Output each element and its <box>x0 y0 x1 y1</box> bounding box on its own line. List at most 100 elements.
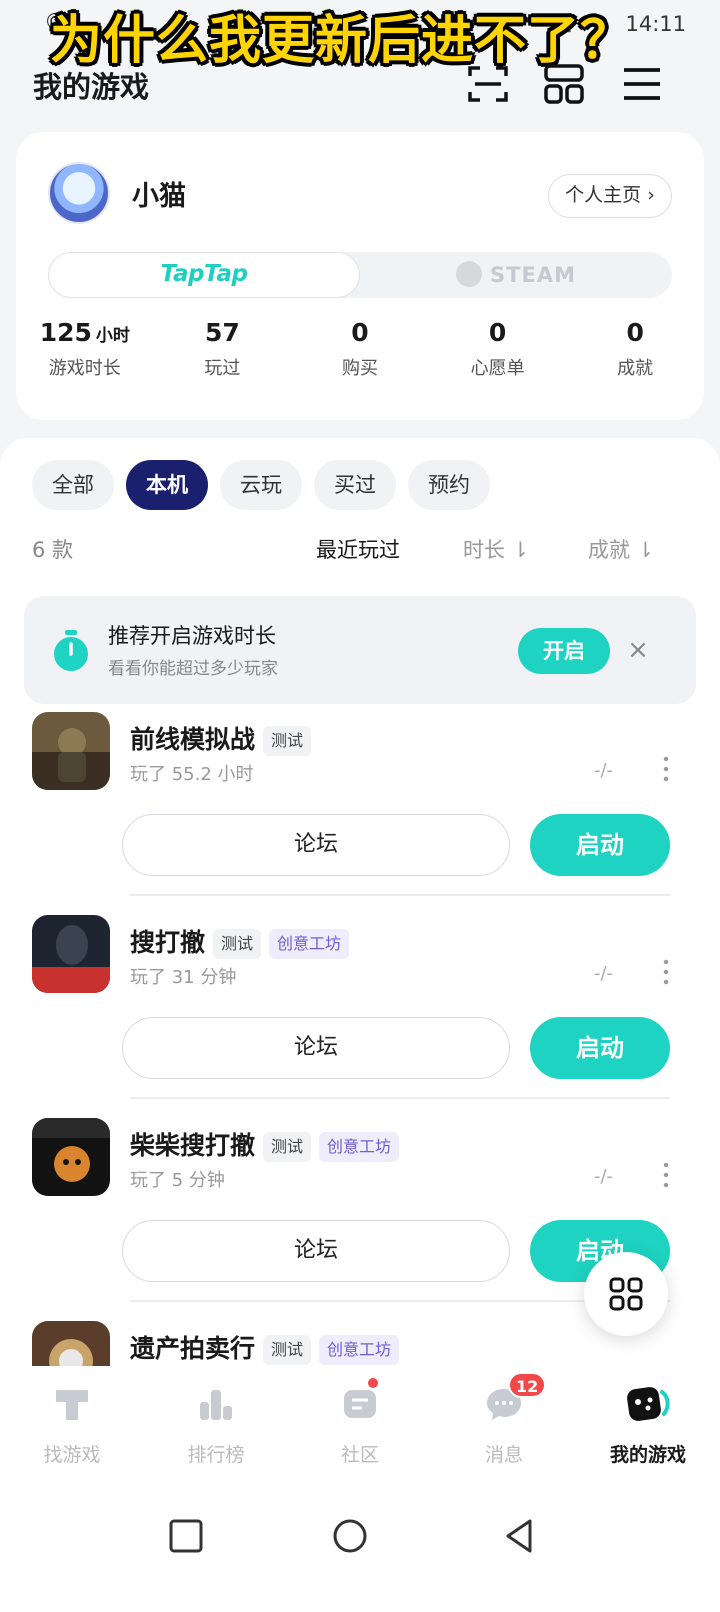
stat-achievements[interactable]: 0 成就 <box>566 318 704 380</box>
nav-label: 找游戏 <box>43 1444 101 1466</box>
quick-menu-button[interactable] <box>584 1252 668 1336</box>
game-achievement: -/- <box>594 1166 614 1187</box>
forum-button[interactable]: 论坛 <box>122 1017 510 1079</box>
nav-my-games[interactable]: 我的游戏 <box>576 1366 720 1478</box>
steam-icon <box>456 261 483 287</box>
game-playtime: 玩了 5 分钟 <box>130 1170 225 1191</box>
menu-icon[interactable] <box>620 62 664 106</box>
page-title: 我的游戏 <box>33 70 150 104</box>
tag-test: 测试 <box>263 1132 312 1162</box>
tab-cloud[interactable]: 云玩 <box>220 460 302 510</box>
nav-find-games[interactable]: 找游戏 <box>0 1366 144 1478</box>
forum-button[interactable]: 论坛 <box>122 814 510 876</box>
platform-switch: TapTap STEAM <box>48 252 672 298</box>
home-icon[interactable] <box>330 1516 370 1556</box>
nav-label: 社区 <box>340 1444 379 1466</box>
stat-label: 成就 <box>617 358 654 379</box>
game-achievement: -/- <box>594 760 614 781</box>
game-title[interactable]: 遗产拍卖行 测试 创意工坊 <box>130 1329 400 1365</box>
nav-label: 我的游戏 <box>609 1444 686 1466</box>
game-count: 6 款 <box>32 538 74 562</box>
stat-played[interactable]: 57 玩过 <box>154 318 292 380</box>
game-icon-soudache[interactable] <box>32 915 110 993</box>
more-icon[interactable] <box>662 754 670 784</box>
game-title[interactable]: 前线模拟战 测试 <box>130 720 312 756</box>
nav-label: 排行榜 <box>187 1444 245 1466</box>
stat-label: 玩过 <box>204 358 241 379</box>
filter-tabs: 全部 本机 云玩 买过 预约 <box>32 460 490 510</box>
tab-reserved[interactable]: 预约 <box>408 460 490 510</box>
back-icon[interactable] <box>500 1516 540 1556</box>
recents-icon[interactable] <box>166 1516 206 1556</box>
stat-value: 57 <box>204 318 240 347</box>
launch-button[interactable]: 启动 <box>530 814 670 876</box>
community-icon <box>344 1390 376 1418</box>
ranking-icon <box>200 1390 232 1420</box>
stats-row: 125 小时 游戏时长 57 玩过 0 购买 0 心愿单 0 成就 <box>16 318 704 380</box>
taptap-logo: TapTap <box>160 261 248 287</box>
profile-button[interactable]: 个人主页 › <box>548 174 672 218</box>
profile-card: 小猫 个人主页 › TapTap STEAM 125 小时 游戏时长 57 玩过 … <box>16 132 704 420</box>
tab-all[interactable]: 全部 <box>32 460 114 510</box>
stat-unit: 小时 <box>95 326 130 346</box>
timer-icon <box>54 630 88 671</box>
divider <box>130 894 670 896</box>
tag-test: 测试 <box>263 726 312 756</box>
close-icon[interactable]: × <box>624 630 652 670</box>
username[interactable]: 小猫 <box>132 174 186 213</box>
divider <box>130 1097 670 1099</box>
message-badge: 12 <box>508 1372 547 1398</box>
apps-icon <box>609 1277 643 1311</box>
game-achievement: -/- <box>594 963 614 984</box>
stat-value: 125 <box>39 318 92 347</box>
stat-label: 购买 <box>341 358 378 379</box>
avatar[interactable] <box>48 162 110 224</box>
game-icon-shiba[interactable] <box>32 1118 110 1196</box>
steam-label: STEAM <box>490 263 576 287</box>
more-icon[interactable] <box>662 957 670 987</box>
game-playtime: 玩了 55.2 小时 <box>130 764 254 785</box>
more-icon[interactable] <box>662 1160 670 1190</box>
tag-workshop: 创意工坊 <box>319 1335 400 1365</box>
my-games-icon <box>627 1387 670 1421</box>
nav-label: 消息 <box>484 1444 523 1466</box>
nav-ranking[interactable]: 排行榜 <box>144 1366 288 1478</box>
find-games-icon <box>56 1390 88 1420</box>
stat-value: 0 <box>488 318 507 347</box>
bottom-nav: 找游戏 排行榜 社区 12 消息 我的游戏 <box>0 1366 720 1478</box>
tab-purchased[interactable]: 买过 <box>314 460 396 510</box>
stat-value: 0 <box>351 318 369 347</box>
game-playtime: 玩了 31 分钟 <box>130 967 237 988</box>
platform-taptap[interactable]: TapTap <box>48 252 360 298</box>
game-icon-frontline[interactable] <box>32 712 110 790</box>
stat-playtime[interactable]: 125 小时 游戏时长 <box>16 318 154 380</box>
nav-messages[interactable]: 12 消息 <box>432 1366 576 1478</box>
tag-test: 测试 <box>263 1335 312 1365</box>
stat-label: 游戏时长 <box>48 358 121 379</box>
launch-button[interactable]: 启动 <box>530 1017 670 1079</box>
stat-value: 0 <box>626 318 644 347</box>
banner-title: 推荐开启游戏时长 <box>108 624 276 648</box>
stat-purchased[interactable]: 0 购买 <box>291 318 429 380</box>
tag-workshop: 创意工坊 <box>269 929 350 959</box>
enable-playtime-button[interactable]: 开启 <box>518 628 610 674</box>
sort-achievement[interactable]: 成就 ⇂ <box>588 534 654 564</box>
game-item: 前线模拟战 测试 玩了 55.2 小时 -/- 论坛 启动 <box>0 712 720 920</box>
tab-local[interactable]: 本机 <box>126 460 208 510</box>
stat-wishlist[interactable]: 0 心愿单 <box>429 318 567 380</box>
system-nav-bar <box>0 1478 720 1612</box>
status-time: 14:11 <box>625 12 686 36</box>
stat-label: 心愿单 <box>470 358 525 379</box>
game-title[interactable]: 搜打撤 测试 创意工坊 <box>130 923 350 959</box>
forum-button[interactable]: 论坛 <box>122 1220 510 1282</box>
nav-community[interactable]: 社区 <box>288 1366 432 1478</box>
game-title[interactable]: 柴柴搜打撤 测试 创意工坊 <box>130 1126 400 1162</box>
tag-test: 测试 <box>213 929 262 959</box>
sort-recent[interactable]: 最近玩过 <box>316 534 400 564</box>
tag-workshop: 创意工坊 <box>319 1132 400 1162</box>
sort-duration[interactable]: 时长 ⇂ <box>463 534 529 564</box>
banner-subtitle: 看看你能超过多少玩家 <box>108 659 278 679</box>
grid-icon[interactable] <box>542 62 586 106</box>
scan-icon[interactable] <box>466 62 510 106</box>
platform-steam[interactable]: STEAM <box>360 252 672 298</box>
